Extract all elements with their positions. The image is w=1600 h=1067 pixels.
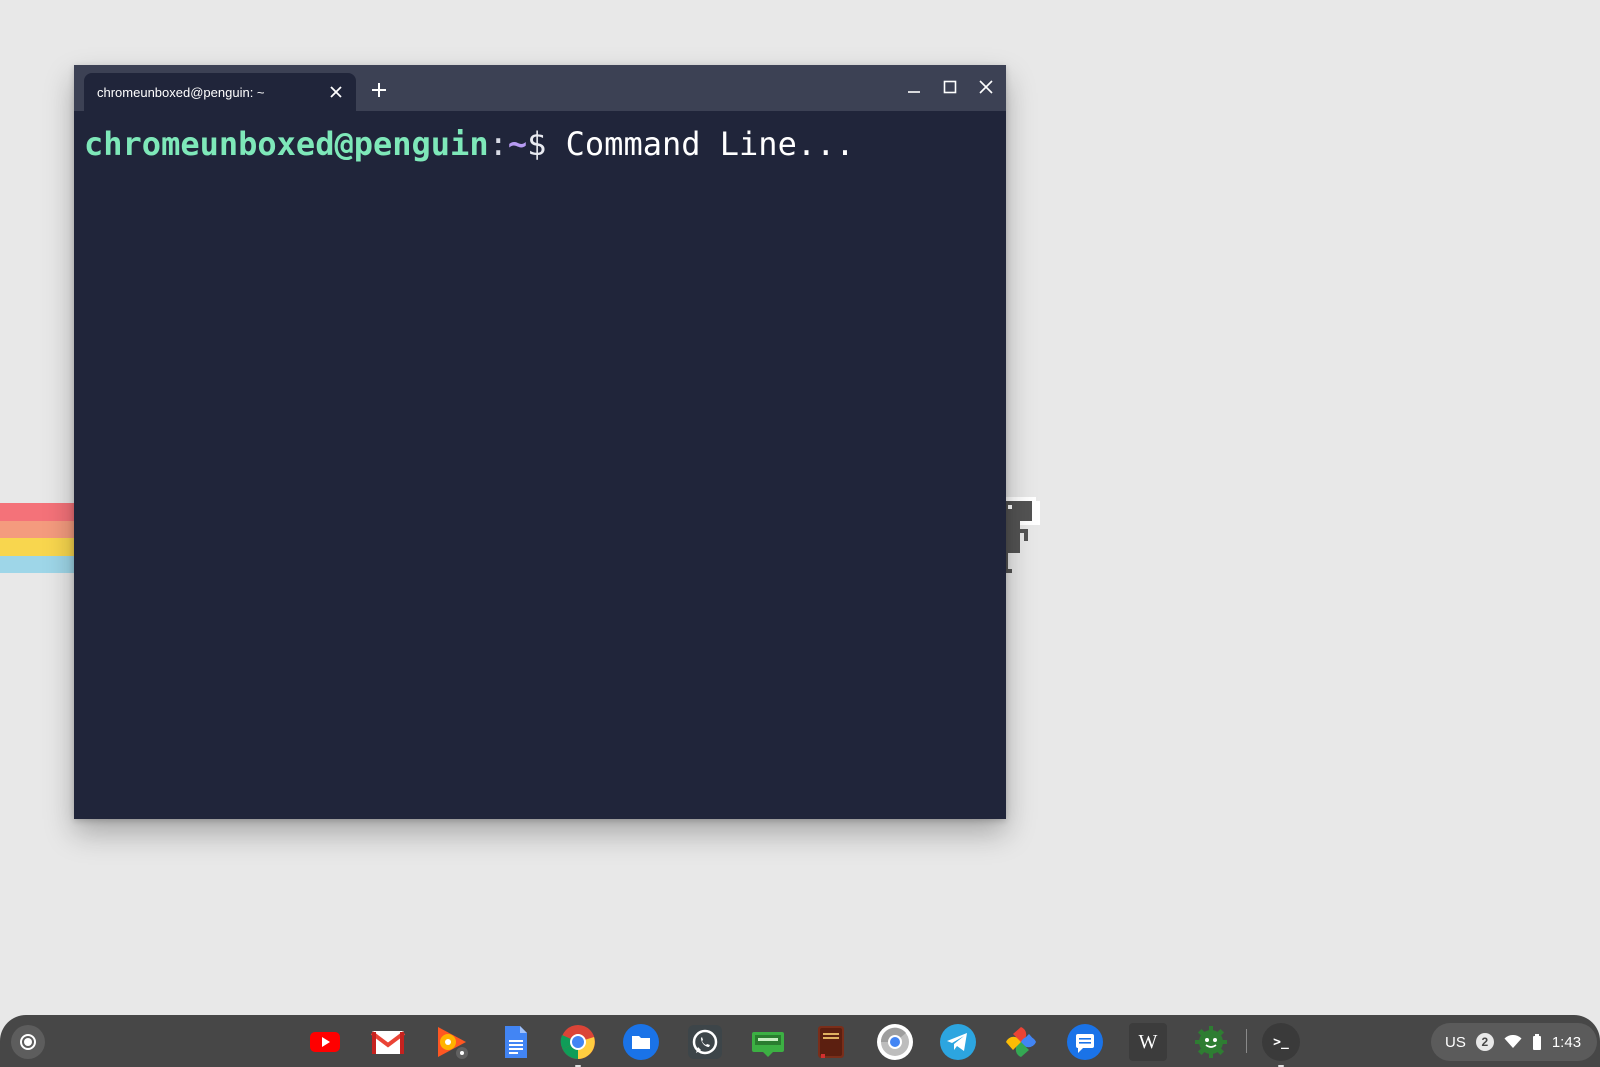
telegram-icon	[940, 1024, 976, 1060]
shelf-app-terminal[interactable]: >_	[1262, 1023, 1300, 1067]
minimize-button[interactable]	[900, 74, 928, 100]
shelf-app-chrome[interactable]	[559, 1023, 597, 1067]
shelf-app-whatsapp[interactable]	[686, 1023, 724, 1061]
wikipedia-icon: W	[1129, 1023, 1167, 1061]
shiftedit-icon	[752, 1032, 784, 1057]
tab-title: chromeunboxed@penguin: ~	[97, 84, 265, 100]
files-icon	[623, 1024, 659, 1060]
new-tab-button[interactable]	[368, 79, 390, 101]
shelf-app-android-gear[interactable]	[1192, 1023, 1230, 1061]
shelf-app-shiftedit[interactable]	[749, 1023, 787, 1061]
shelf-app-chrome-canary[interactable]	[876, 1023, 914, 1061]
shelf-app-wikipedia[interactable]: W	[1129, 1023, 1167, 1061]
maximize-button[interactable]	[936, 74, 964, 100]
shelf-app-photos[interactable]	[1002, 1023, 1040, 1061]
terminal-window[interactable]: chromeunboxed@penguin: ~ chromeunboxed@p…	[74, 65, 1006, 819]
window-titlebar[interactable]: chromeunboxed@penguin: ~	[74, 65, 1006, 111]
shelf-app-youtube[interactable]	[306, 1023, 344, 1061]
close-tab-button[interactable]	[328, 84, 344, 100]
close-icon	[979, 80, 993, 94]
close-icon	[330, 86, 342, 98]
android-gear-icon	[1195, 1026, 1227, 1058]
gmail-icon	[370, 1031, 406, 1054]
play-music-icon	[438, 1027, 468, 1059]
launcher-button[interactable]	[11, 1025, 45, 1059]
docs-icon	[505, 1026, 527, 1058]
shelf-app-messages[interactable]	[1066, 1023, 1104, 1061]
shelf-app-bible[interactable]	[812, 1023, 850, 1061]
terminal-icon: >_	[1262, 1023, 1300, 1061]
shelf-divider	[1246, 1029, 1247, 1053]
command-text: Command Line...	[546, 125, 855, 163]
prompt-separator: :	[488, 125, 508, 163]
youtube-icon	[310, 1032, 340, 1052]
prompt-symbol: $	[527, 125, 547, 163]
notification-badge: 2	[1475, 1033, 1494, 1051]
shelf-app-play-music[interactable]	[433, 1023, 471, 1061]
shelf-app-docs[interactable]	[496, 1023, 534, 1061]
plus-icon	[372, 83, 386, 97]
minimize-icon	[908, 91, 920, 93]
shelf-app-gmail[interactable]	[369, 1023, 407, 1061]
prompt-user-host: chromeunboxed@penguin	[84, 125, 489, 163]
status-tray[interactable]: US 2 1:43	[1431, 1023, 1597, 1061]
terminal-output[interactable]: chromeunboxed@penguin:~$ Command Line...	[74, 111, 1006, 177]
battery-icon	[1532, 1034, 1541, 1050]
bible-icon	[818, 1026, 844, 1058]
shelf-app-files[interactable]	[622, 1023, 660, 1061]
prompt-path: ~	[507, 125, 528, 163]
photos-icon	[1006, 1027, 1036, 1057]
shelf: W >_ US 2 1:43	[0, 1015, 1600, 1067]
maximize-icon	[943, 80, 957, 94]
close-window-button[interactable]	[972, 74, 1000, 100]
launcher-icon	[20, 1034, 36, 1050]
window-controls	[900, 74, 1000, 100]
chrome-icon	[560, 1025, 595, 1059]
wifi-icon	[1504, 1035, 1522, 1048]
shelf-app-telegram[interactable]	[939, 1023, 977, 1061]
wallpaper-stripes	[0, 503, 80, 573]
prompt-line: chromeunboxed@penguin:~$ Command Line...	[84, 125, 996, 163]
messages-icon	[1067, 1024, 1103, 1060]
whatsapp-icon	[688, 1025, 722, 1059]
keyboard-layout: US	[1445, 1033, 1466, 1051]
terminal-tab[interactable]: chromeunboxed@penguin: ~	[84, 73, 356, 111]
clock: 1:43	[1551, 1033, 1582, 1051]
chrome-canary-icon	[877, 1024, 913, 1060]
